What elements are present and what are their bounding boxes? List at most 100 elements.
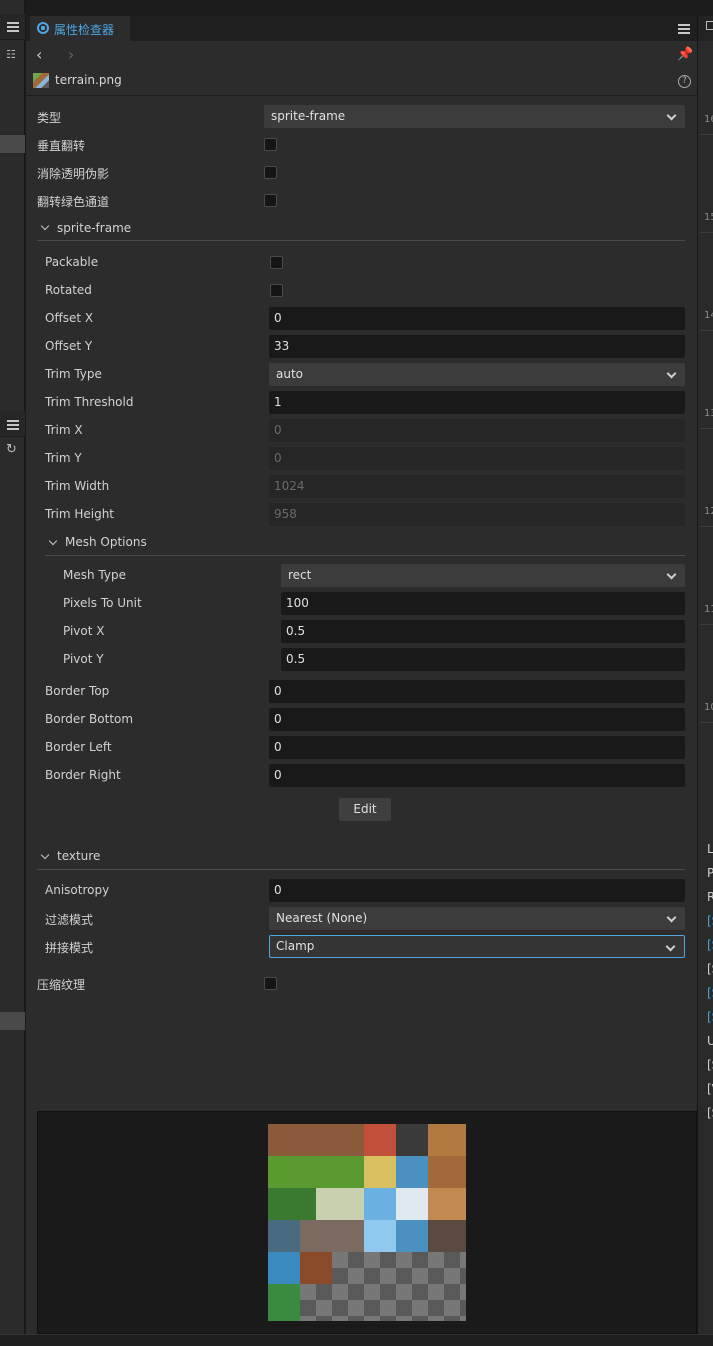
pixels-to-unit-label: Pixels To Unit [63, 596, 142, 610]
tab-inspector[interactable]: 属性检查器 [30, 16, 130, 41]
offset-y-input[interactable]: 33 [269, 335, 685, 358]
trim-width-input: 1024 [269, 475, 685, 498]
trim-threshold-label: Trim Threshold [45, 395, 134, 409]
trim-x-label: Trim X [45, 423, 83, 437]
chevron-down-icon[interactable] [48, 536, 58, 546]
type-select[interactable]: sprite-frame [264, 105, 685, 128]
texture-preview [37, 1111, 697, 1334]
right-list-item[interactable]: [S [707, 962, 713, 976]
tab-bar: 属性检查器 [26, 16, 697, 41]
menu-icon[interactable] [7, 22, 19, 32]
flip-vertical-checkbox[interactable] [264, 138, 277, 151]
border-left-label: Border Left [45, 740, 112, 754]
window-icon[interactable] [706, 21, 713, 30]
ruler-tick-label: 10 [704, 702, 713, 713]
edit-button[interactable]: Edit [339, 798, 391, 821]
back-icon[interactable]: ‹ [36, 47, 42, 63]
refresh-icon[interactable]: ↻ [6, 442, 17, 457]
trim-height-label: Trim Height [45, 507, 115, 521]
border-bottom-label: Border Bottom [45, 712, 134, 726]
border-bottom-input[interactable]: 0 [269, 708, 685, 731]
section-divider [37, 240, 685, 241]
ruler-line [700, 526, 713, 527]
filter-mode-value: Nearest (None) [276, 911, 368, 925]
ruler-line [700, 330, 713, 331]
mesh-type-select[interactable]: rect [281, 564, 685, 587]
pixels-to-unit-input[interactable]: 100 [281, 592, 685, 615]
left-side-panel: ☷ ↻ [0, 0, 25, 1346]
trim-width-label: Trim Width [45, 479, 110, 493]
chevron-down-icon [666, 912, 677, 923]
offset-x-input[interactable]: 0 [269, 307, 685, 330]
right-list-item[interactable]: P [707, 866, 713, 880]
image-file-icon [33, 73, 49, 88]
tab-title: 属性检查器 [54, 23, 115, 37]
right-list-item[interactable]: [S [707, 1058, 713, 1072]
packable-checkbox[interactable] [270, 256, 283, 269]
border-left-input[interactable]: 0 [269, 736, 685, 759]
wrap-mode-value: Clamp [276, 939, 315, 953]
trim-threshold-input[interactable]: 1 [269, 391, 685, 414]
chevron-down-icon [665, 941, 676, 952]
sprite-frame-section-title[interactable]: sprite-frame [57, 221, 131, 235]
left-panel-header [0, 14, 25, 40]
fix-alpha-checkbox[interactable] [264, 166, 277, 179]
wrap-mode-select[interactable]: Clamp [269, 935, 685, 958]
right-list-item[interactable]: R [707, 890, 713, 904]
left-selected-item-2[interactable] [0, 1012, 25, 1030]
trim-type-select[interactable]: auto [269, 363, 685, 386]
wrap-mode-label: 拼接模式 [45, 941, 94, 955]
filter-mode-select[interactable]: Nearest (None) [269, 907, 685, 930]
ruler-tick-label: 12 [704, 506, 713, 517]
chevron-down-icon[interactable] [40, 221, 50, 231]
pivot-x-input[interactable]: 0.5 [281, 620, 685, 643]
ruler-tick-label: 14 [704, 310, 713, 321]
trim-y-input: 0 [269, 447, 685, 470]
flip-green-label: 翻转绿色通道 [37, 195, 110, 209]
right-list-item[interactable]: L [707, 842, 713, 856]
right-list-item[interactable]: [S [707, 938, 713, 952]
fix-alpha-label: 消除透明伪影 [37, 167, 110, 181]
chevron-down-icon [666, 569, 677, 580]
trim-x-input: 0 [269, 419, 685, 442]
panel-menu-icon[interactable] [678, 24, 690, 34]
right-list-item[interactable]: [V [707, 1082, 713, 1096]
pivot-x-label: Pivot X [63, 624, 105, 638]
pivot-y-input[interactable]: 0.5 [281, 648, 685, 671]
anisotropy-input[interactable]: 0 [269, 879, 685, 902]
pivot-y-label: Pivot Y [63, 652, 104, 666]
list-toggle-icon[interactable]: ☷ [6, 48, 16, 61]
ruler-line [700, 722, 713, 723]
menu-icon[interactable] [7, 420, 19, 430]
border-top-input[interactable]: 0 [269, 680, 685, 703]
ruler-line [700, 624, 713, 625]
right-list-item[interactable]: [S [707, 1010, 713, 1024]
mesh-type-value: rect [288, 568, 312, 582]
inspector-panel: 属性检查器 ‹ › 📌 terrain.png ? 类型 sprite-fram… [26, 16, 697, 1334]
rotated-label: Rotated [45, 283, 92, 297]
compress-texture-checkbox[interactable] [264, 977, 277, 990]
status-bar [0, 1334, 713, 1346]
left-selected-item[interactable] [0, 135, 25, 153]
flip-green-checkbox[interactable] [264, 194, 277, 207]
right-list-item[interactable]: [S [707, 986, 713, 1000]
rotated-checkbox[interactable] [270, 284, 283, 297]
chevron-down-icon[interactable] [40, 850, 50, 860]
ruler-line [700, 428, 713, 429]
chevron-down-icon [666, 368, 677, 379]
help-icon[interactable]: ? [678, 75, 691, 88]
offset-y-label: Offset Y [45, 339, 93, 353]
mesh-type-label: Mesh Type [63, 568, 126, 582]
border-right-input[interactable]: 0 [269, 764, 685, 787]
forward-icon[interactable]: › [68, 47, 74, 63]
border-right-label: Border Right [45, 768, 121, 782]
right-list-item[interactable]: U [707, 1034, 713, 1048]
right-list-item[interactable]: [S [707, 914, 713, 928]
trim-type-value: auto [276, 367, 304, 381]
section-divider [45, 555, 685, 556]
texture-section-title[interactable]: texture [57, 849, 100, 863]
mesh-options-title[interactable]: Mesh Options [65, 535, 147, 549]
flip-vertical-label: 垂直翻转 [37, 139, 86, 153]
right-list-item[interactable]: [S [707, 1106, 713, 1120]
pin-icon[interactable]: 📌 [677, 47, 693, 62]
